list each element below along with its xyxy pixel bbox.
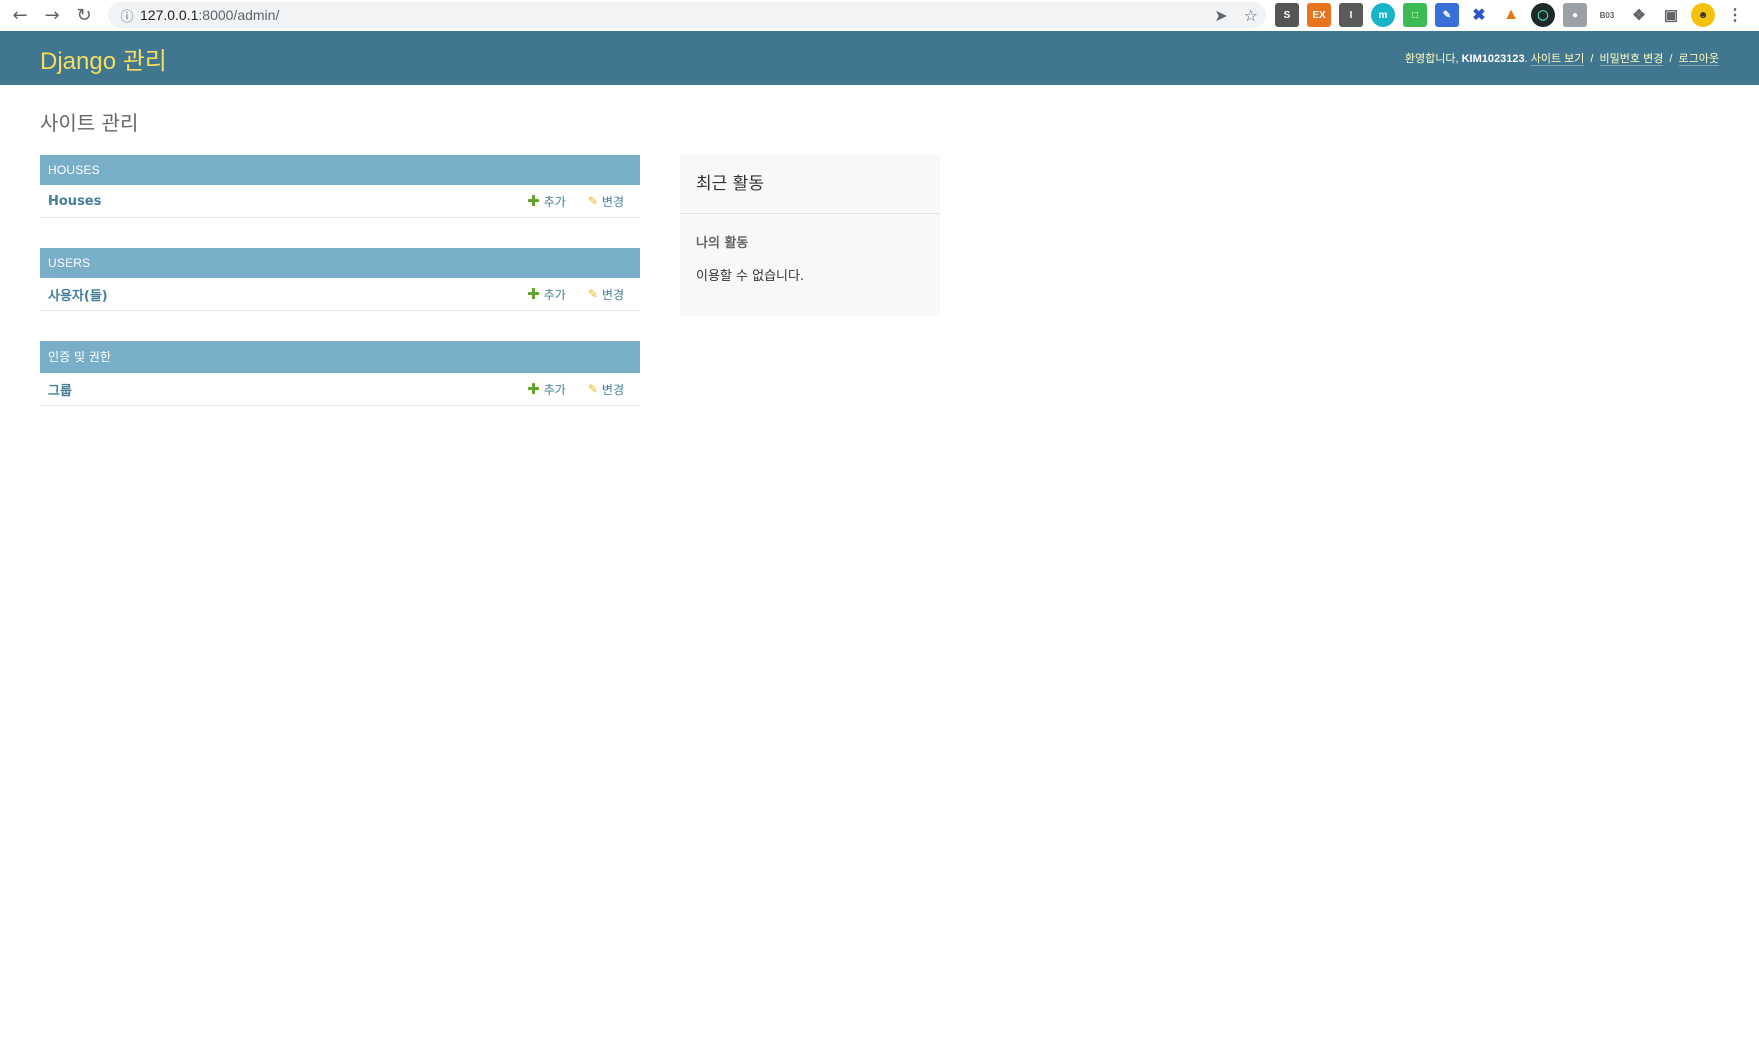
url-text: 127.0.0.1:8000/admin/ [140,7,280,23]
app-module-users: USERS 사용자(들) ✚ 추가 ✎ 변경 [40,248,640,311]
extension-x-icon[interactable]: ✖ [1467,3,1491,27]
extensions-bar: S EX I m □ ✎ ✖ ▲ ◯ ● B03 ❖ ▣ ☻ ⋮ [1275,3,1747,27]
recent-actions-panel: 최근 활동 나의 활동 이용할 수 없습니다. [680,155,940,316]
add-link[interactable]: ✚ 추가 [527,381,566,398]
pencil-icon: ✎ [587,382,598,396]
logout-link[interactable]: 로그아웃 [1678,53,1719,66]
forward-icon[interactable]: → [36,0,68,31]
site-info-icon[interactable]: ⓘ [114,6,140,25]
back-icon[interactable]: ← [4,0,36,31]
app-module-houses: HOUSES Houses ✚ 추가 ✎ 변경 [40,155,640,218]
app-caption-link[interactable]: 인증 및 권한 [40,341,640,373]
user-tools: 환영합니다, KIM1023123. 사이트 보기 / 비밀번호 변경 / 로그… [1404,53,1719,66]
send-icon[interactable]: ➤ [1214,6,1227,25]
add-link[interactable]: ✚ 추가 [527,286,566,303]
extension-i-icon[interactable]: I [1339,3,1363,27]
side-panel-icon[interactable]: ▣ [1659,3,1683,27]
extensions-puzzle-icon[interactable]: ❖ [1627,3,1651,27]
browser-toolbar: ← → ↻ ⓘ 127.0.0.1:8000/admin/ ➤ ☆ S EX I… [0,0,1759,32]
change-link[interactable]: ✎ 변경 [588,381,624,398]
welcome-text: 환영합니다, [1404,53,1459,65]
profile-avatar[interactable]: ☻ [1691,3,1715,27]
change-link[interactable]: ✎ 변경 [588,193,624,210]
extension-s-icon[interactable]: S [1275,3,1299,27]
view-site-link[interactable]: 사이트 보기 [1530,53,1585,66]
recent-actions-title: 최근 활동 [680,155,940,214]
metamask-fox-icon[interactable]: ▲ [1499,3,1523,27]
app-caption-link[interactable]: HOUSES [40,155,640,185]
extension-circle-icon[interactable]: ◯ [1531,3,1555,27]
extension-ex-icon[interactable]: EX [1307,3,1331,27]
no-actions-text: 이용할 수 없습니다. [696,269,805,284]
extension-text-icon[interactable]: B03 [1595,3,1619,27]
model-link-users[interactable]: 사용자(들) [48,285,108,304]
pencil-icon: ✎ [587,194,598,208]
plus-icon: ✚ [527,285,540,303]
site-brand-link[interactable]: Django 관리 [40,41,167,76]
extension-blue-icon[interactable]: ✎ [1435,3,1459,27]
app-module-auth: 인증 및 권한 그룹 ✚ 추가 ✎ 변경 [40,341,640,406]
change-password-link[interactable]: 비밀번호 변경 [1599,53,1664,66]
model-link-groups[interactable]: 그룹 [48,380,72,399]
add-link[interactable]: ✚ 추가 [527,193,566,210]
model-row: Houses ✚ 추가 ✎ 변경 [40,185,640,218]
menu-kebab-icon[interactable]: ⋮ [1723,3,1747,27]
reload-icon[interactable]: ↻ [68,0,100,31]
separator: / [1669,53,1673,65]
my-actions-heading: 나의 활동 [696,236,749,251]
pencil-icon: ✎ [587,287,598,301]
extension-m-icon[interactable]: m [1371,3,1395,27]
extension-grey-icon[interactable]: ● [1563,3,1587,27]
site-header: Django 관리 환영합니다, KIM1023123. 사이트 보기 / 비밀… [0,31,1759,85]
separator: / [1590,53,1594,65]
plus-icon: ✚ [527,380,540,398]
plus-icon: ✚ [527,192,540,210]
page-title: 사이트 관리 [40,111,139,135]
model-row: 그룹 ✚ 추가 ✎ 변경 [40,373,640,406]
model-link-houses[interactable]: Houses [48,194,101,209]
bookmark-star-icon[interactable]: ☆ [1244,6,1258,25]
username: KIM1023123 [1461,53,1525,65]
change-link[interactable]: ✎ 변경 [588,286,624,303]
app-caption-link[interactable]: USERS [40,248,640,278]
address-bar[interactable]: ⓘ 127.0.0.1:8000/admin/ ➤ ☆ [108,2,1266,28]
extension-green-icon[interactable]: □ [1403,3,1427,27]
model-row: 사용자(들) ✚ 추가 ✎ 변경 [40,278,640,311]
